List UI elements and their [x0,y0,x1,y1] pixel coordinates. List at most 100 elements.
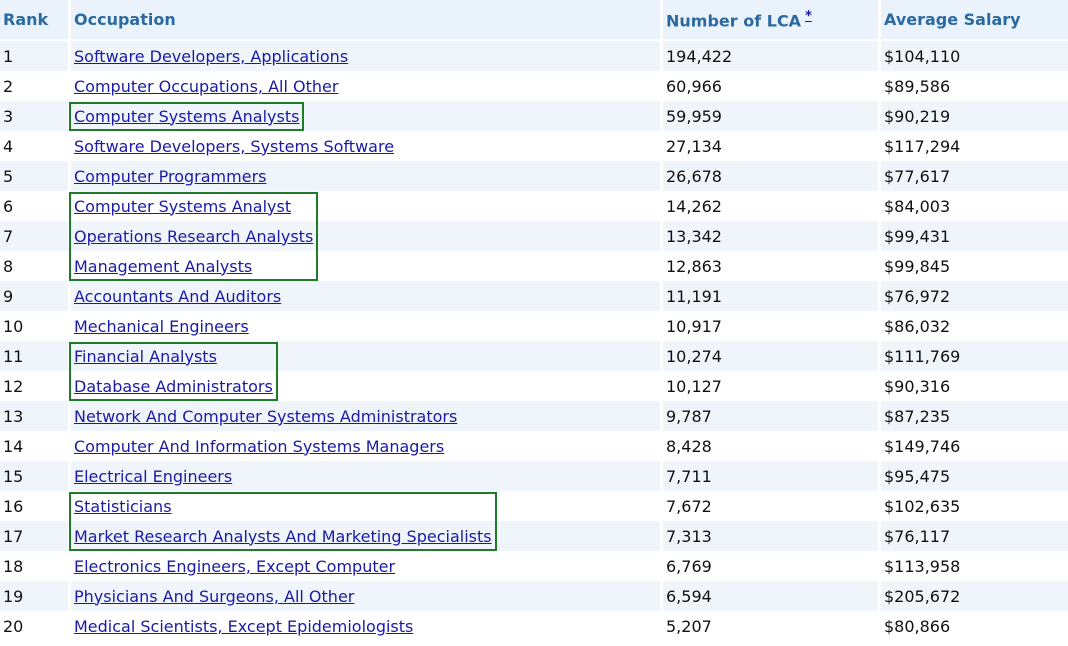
occupation-link[interactable]: Mechanical Engineers [74,317,249,336]
table-row: 2 Computer Occupations, All Other 60,966 $8… [0,71,1068,101]
occupation-cell: Medical Scientists, Except Epidemiologis… [71,611,663,641]
average-salary-cell: $84,003 [881,191,1068,221]
header-occupation: Occupation [71,0,663,41]
table-row: 12 Database Administrators 10,127 $90,316 [0,371,1068,401]
lca-count-cell: 9,787 [663,401,881,431]
lca-count-cell: 6,594 [663,581,881,611]
occupation-link[interactable]: Operations Research Analysts [74,227,313,246]
occupation-link[interactable]: Software Developers, Applications [74,47,348,66]
rank-cell: 4 [0,131,71,161]
table-header: Rank Occupation Number of LCA * Average S… [0,0,1068,41]
occupation-cell: Computer Programmers [71,161,663,191]
occupation-cell: Financial Analysts [71,341,663,371]
rank-cell: 1 [0,41,71,71]
header-number-of-lca-label: Number of LCA [666,11,802,31]
table-row: 15 Electrical Engineers 7,711 $95,475 [0,461,1068,491]
table-row: 7 Operations Research Analysts 13,342 $99,4… [0,221,1068,251]
occupation-link[interactable]: Computer Programmers [74,167,266,186]
average-salary-cell: $104,110 [881,41,1068,71]
rank-cell: 5 [0,161,71,191]
average-salary-cell: $113,958 [881,551,1068,581]
header-row: Rank Occupation Number of LCA * Average S… [0,0,1068,41]
table-row: 1 Software Developers, Applications 194,42… [0,41,1068,71]
average-salary-cell: $77,617 [881,161,1068,191]
table-body: 1 Software Developers, Applications 194,42… [0,41,1068,641]
rank-cell: 9 [0,281,71,311]
lca-count-cell: 7,711 [663,461,881,491]
occupation-link[interactable]: Computer Systems Analysts [74,107,299,126]
table-row: 20 Medical Scientists, Except Epidemiolog… [0,611,1068,641]
table-row: 8 Management Analysts 12,863 $99,845 [0,251,1068,281]
average-salary-cell: $99,431 [881,221,1068,251]
average-salary-cell: $111,769 [881,341,1068,371]
lca-count-cell: 10,127 [663,371,881,401]
occupation-cell: Computer Occupations, All Other [71,71,663,101]
rank-cell: 15 [0,461,71,491]
occupation-link[interactable]: Market Research Analysts And Marketing S… [74,527,492,546]
header-number-of-lca: Number of LCA * [663,0,881,41]
rank-cell: 10 [0,311,71,341]
occupation-cell: Market Research Analysts And Marketing S… [71,521,663,551]
lca-count-cell: 59,959 [663,101,881,131]
lca-count-cell: 8,428 [663,431,881,461]
rank-cell: 7 [0,221,71,251]
occupation-link[interactable]: Network And Computer Systems Administrat… [74,407,457,426]
average-salary-cell: $87,235 [881,401,1068,431]
average-salary-cell: $205,672 [881,581,1068,611]
rank-cell: 3 [0,101,71,131]
occupation-cell: Management Analysts [71,251,663,281]
average-salary-cell: $76,972 [881,281,1068,311]
table-row: 10 Mechanical Engineers 10,917 $86,032 [0,311,1068,341]
occupation-cell: Physicians And Surgeons, All Other [71,581,663,611]
table-row: 18 Electronics Engineers, Except Computer… [0,551,1068,581]
lca-count-cell: 194,422 [663,41,881,71]
rank-cell: 13 [0,401,71,431]
table-row: 14 Computer And Information Systems Manag… [0,431,1068,461]
rank-cell: 6 [0,191,71,221]
table-row: 3 Computer Systems Analysts 59,959 $90,219 [0,101,1068,131]
occupation-link[interactable]: Management Analysts [74,257,252,276]
header-occupation-label: Occupation [74,10,176,29]
average-salary-cell: $90,219 [881,101,1068,131]
occupation-link[interactable]: Computer Systems Analyst [74,197,291,216]
occupations-table: Rank Occupation Number of LCA * Average S… [0,0,1068,641]
occupation-cell: Statisticians [71,491,663,521]
average-salary-cell: $86,032 [881,311,1068,341]
table-row: 11 Financial Analysts 10,274 $111,769 [0,341,1068,371]
occupation-link[interactable]: Accountants And Auditors [74,287,281,306]
footnote-link[interactable]: * [805,9,812,24]
occupation-link[interactable]: Physicians And Surgeons, All Other [74,587,354,606]
average-salary-cell: $99,845 [881,251,1068,281]
rank-cell: 20 [0,611,71,641]
occupation-cell: Operations Research Analysts [71,221,663,251]
table-row: 16 Statisticians 7,672 $102,635 [0,491,1068,521]
rank-cell: 12 [0,371,71,401]
rank-cell: 2 [0,71,71,101]
table-row: 17 Market Research Analysts And Marketing… [0,521,1068,551]
occupation-cell: Computer And Information Systems Manager… [71,431,663,461]
average-salary-cell: $95,475 [881,461,1068,491]
average-salary-cell: $149,746 [881,431,1068,461]
occupation-link[interactable]: Medical Scientists, Except Epidemiologis… [74,617,413,636]
occupation-link[interactable]: Electronics Engineers, Except Computer [74,557,395,576]
lca-count-cell: 5,207 [663,611,881,641]
occupation-link[interactable]: Financial Analysts [74,347,217,366]
lca-count-cell: 27,134 [663,131,881,161]
lca-count-cell: 11,191 [663,281,881,311]
occupation-cell: Software Developers, Applications [71,41,663,71]
occupation-link[interactable]: Database Administrators [74,377,273,396]
occupation-link[interactable]: Computer Occupations, All Other [74,77,338,96]
rank-cell: 8 [0,251,71,281]
table-row: 5 Computer Programmers 26,678 $77,617 [0,161,1068,191]
occupation-link[interactable]: Electrical Engineers [74,467,232,486]
occupation-cell: Mechanical Engineers [71,311,663,341]
average-salary-cell: $117,294 [881,131,1068,161]
occupation-link[interactable]: Computer And Information Systems Manager… [74,437,444,456]
occupation-link[interactable]: Software Developers, Systems Software [74,137,394,156]
occupation-link[interactable]: Statisticians [74,497,172,516]
lca-count-cell: 60,966 [663,71,881,101]
rank-cell: 17 [0,521,71,551]
rank-cell: 16 [0,491,71,521]
occupation-cell: Computer Systems Analyst [71,191,663,221]
header-average-salary: Average Salary [881,0,1068,41]
